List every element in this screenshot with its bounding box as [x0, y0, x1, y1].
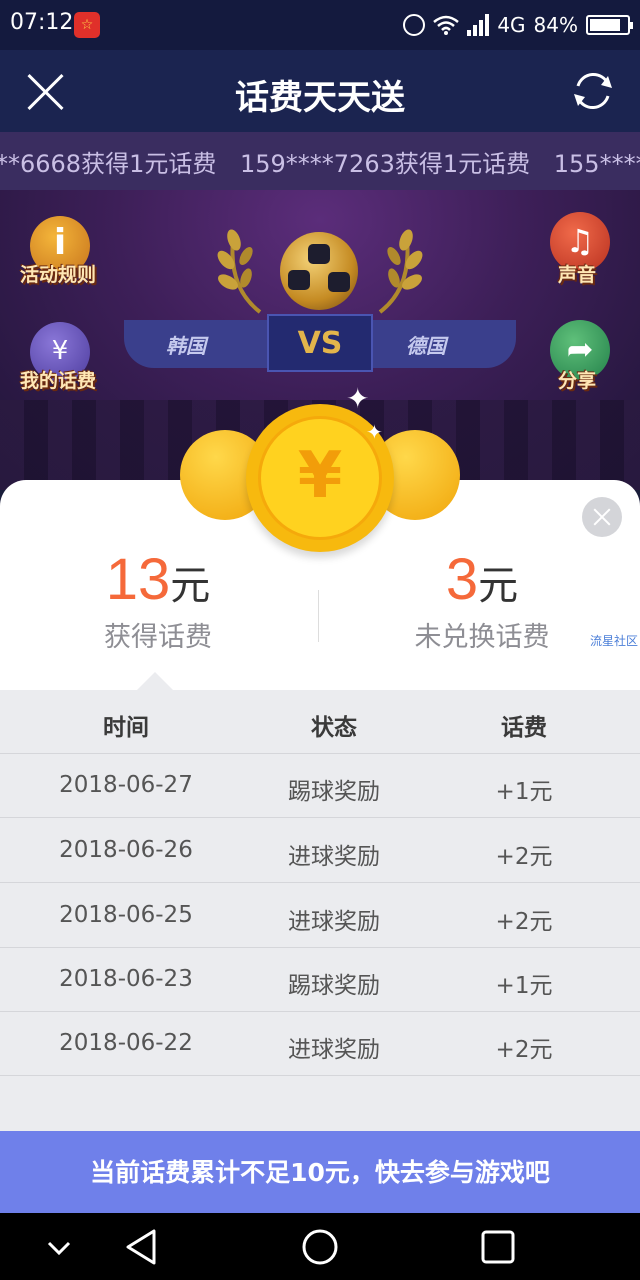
network-type: 4G: [497, 13, 526, 37]
sparkle-icon: ✦: [346, 382, 370, 415]
row-amount: +1元: [495, 973, 553, 999]
unredeemed-value: 3: [445, 547, 479, 612]
tab-pointer: [137, 672, 173, 690]
row-amount: +1元: [495, 779, 553, 805]
play-game-banner[interactable]: 当前话费累计不足10元，快去参与游戏吧: [0, 1131, 640, 1213]
row-amount: +2元: [495, 844, 553, 870]
page-title: 话费天天送: [235, 78, 405, 118]
watermark: 流星社区: [590, 634, 639, 648]
sparkle-icon: ✦: [366, 420, 383, 444]
laurel-right-icon: [378, 229, 423, 314]
back-icon[interactable]: [122, 1227, 162, 1267]
status-icons: 4G 84%: [403, 12, 633, 38]
row-date: 2018-06-26: [59, 837, 193, 863]
table-row: 2018-06-26 进球奖励 +2元: [0, 819, 640, 883]
row-status: 踢球奖励: [288, 779, 380, 805]
team-right: 德国: [406, 334, 446, 358]
table-header: 时间 状态 话费: [0, 690, 640, 754]
row-date: 2018-06-27: [59, 772, 193, 798]
vs-badge: VS: [267, 314, 373, 372]
status-time: 07:12: [10, 10, 74, 35]
row-date: 2018-06-25: [59, 902, 193, 928]
winner-ticker: **6668获得1元话费 159****7263获得1元话费 155****0: [0, 132, 640, 190]
coin-symbol: ¥: [297, 439, 343, 513]
close-icon[interactable]: [24, 70, 68, 114]
laurel-left-icon: [217, 229, 262, 314]
table-row: 2018-06-25 进球奖励 +2元: [0, 884, 640, 948]
status-bar: 07:12 ☆ 4G 84%: [0, 0, 640, 50]
share-arrow-icon: ➦: [566, 330, 594, 368]
unredeemed-unit: 元: [478, 563, 519, 609]
close-card-button[interactable]: [582, 497, 622, 537]
battery-percent: 84%: [533, 13, 578, 37]
share-label[interactable]: 分享: [558, 366, 596, 393]
rules-label[interactable]: 活动规则: [20, 260, 96, 287]
earned-stat: 13元 获得话费: [8, 546, 308, 654]
sound-label[interactable]: 声音: [558, 260, 596, 287]
unredeemed-label: 未兑换话费: [414, 622, 550, 653]
row-date: 2018-06-22: [59, 1030, 193, 1056]
system-nav-bar: [0, 1213, 640, 1280]
soccer-ball-icon: [280, 232, 358, 310]
row-status: 踢球奖励: [288, 973, 380, 999]
team-left: 韩国: [166, 334, 206, 358]
unredeemed-stat: 3元 未兑换话费: [332, 546, 632, 654]
column-header-time: 时间: [103, 715, 149, 741]
phone-fee-icon: ¥: [51, 336, 69, 366]
recents-icon[interactable]: [478, 1227, 518, 1267]
refresh-icon[interactable]: [570, 68, 616, 114]
row-amount: +2元: [495, 1037, 553, 1063]
top-app-bar: 话费天天送: [0, 50, 640, 132]
app-notification-icon: ☆: [74, 12, 100, 38]
row-amount: +2元: [495, 909, 553, 935]
vs-label: VS: [297, 326, 343, 361]
alarm-icon: [403, 14, 426, 36]
table-row: 2018-06-23 踢球奖励 +1元: [0, 948, 640, 1012]
earned-value: 13: [105, 547, 171, 612]
row-status: 进球奖励: [288, 844, 380, 870]
table-row: 2018-06-27 踢球奖励 +1元: [0, 754, 640, 818]
music-note-icon: ♫: [565, 222, 595, 260]
table-row: 2018-06-22 进球奖励 +2元: [0, 1012, 640, 1076]
earned-unit: 元: [170, 563, 211, 609]
fee-history-table: 时间 状态 话费 2018-06-27 踢球奖励 +1元 2018-06-26 …: [0, 690, 640, 1132]
battery-icon: [586, 15, 633, 35]
row-status: 进球奖励: [288, 1037, 380, 1063]
banner-text[interactable]: 当前话费累计不足10元，快去参与游戏吧: [0, 1153, 640, 1189]
column-header-status: 状态: [311, 715, 357, 741]
column-header-fee: 话费: [501, 715, 547, 741]
row-date: 2018-06-23: [59, 966, 193, 992]
ticker-text: **6668获得1元话费 159****7263获得1元话费 155****0: [0, 150, 640, 178]
info-icon: i: [53, 222, 67, 263]
home-icon[interactable]: [300, 1227, 340, 1267]
chevron-down-icon[interactable]: [44, 1227, 74, 1267]
stat-divider: [318, 590, 319, 642]
wifi-icon: [433, 15, 460, 35]
signal-icon: [467, 14, 490, 36]
earned-label: 获得话费: [104, 622, 212, 653]
row-status: 进球奖励: [288, 909, 380, 935]
my-fee-label[interactable]: 我的话费: [20, 366, 96, 393]
